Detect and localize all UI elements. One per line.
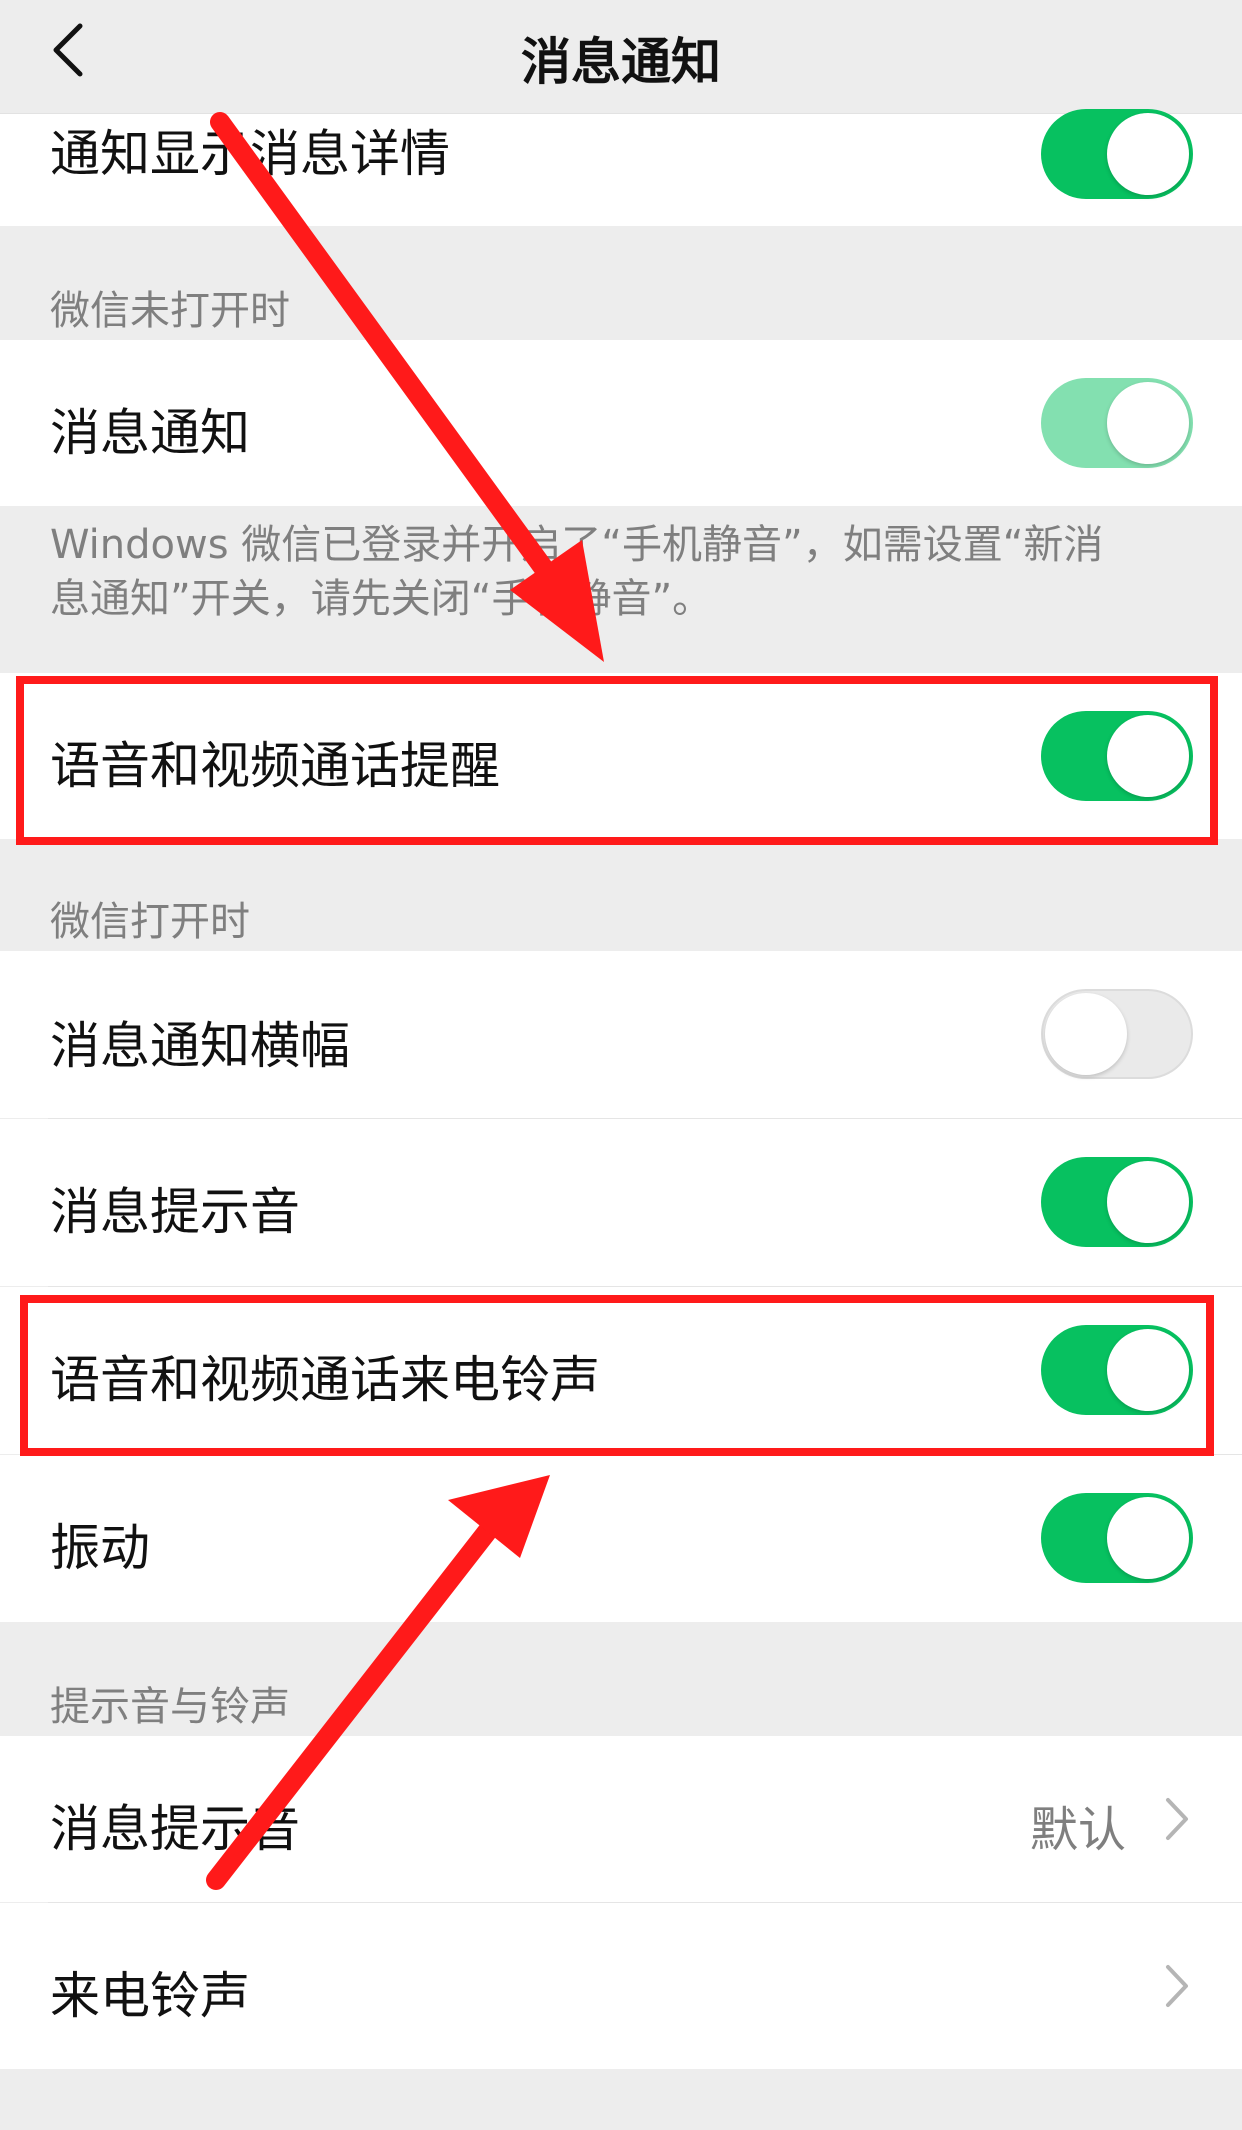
toggle-knob (1107, 113, 1189, 195)
row-label: 来电铃声 (50, 1967, 250, 2025)
section-header-sounds: 提示音与铃声 (50, 1684, 290, 1730)
chevron-right-icon (1166, 1965, 1188, 2007)
toggle-knob (1107, 382, 1189, 464)
row-label: 语音和视频通话提醒 (50, 737, 500, 795)
message-tone-value: 默认 (1030, 1802, 1127, 1858)
chevron-right-icon (1166, 1798, 1188, 1840)
row-message-sound[interactable]: 消息提示音 (0, 1119, 1242, 1286)
toggle-banner[interactable] (1041, 989, 1193, 1079)
toggle-vibrate[interactable] (1041, 1493, 1193, 1583)
row-label: 振动 (50, 1519, 150, 1577)
toggle-knob (1107, 715, 1189, 797)
row-label: 消息通知横幅 (50, 1017, 350, 1075)
page-title: 消息通知 (521, 33, 721, 91)
row-vibrate[interactable]: 振动 (0, 1455, 1242, 1622)
row-call-reminder[interactable]: 语音和视频通话提醒 (0, 673, 1242, 839)
mute-notice-line-1: Windows 微信已登录并开启了“手机静音”，如需设置“新消 (50, 522, 1104, 568)
toggle-call-ringtone[interactable] (1041, 1325, 1193, 1415)
navigation-bar: 消息通知 (0, 0, 1242, 114)
toggle-show-message-details[interactable] (1041, 109, 1193, 199)
toggle-message-sound[interactable] (1041, 1157, 1193, 1247)
row-ringtone[interactable]: 来电铃声 (0, 1903, 1242, 2069)
row-label: 通知显示消息详情 (50, 125, 450, 183)
mute-notice-text: Windows 微信已登录并开启了“手机静音”，如需设置“新消 息通知”开关，请… (50, 518, 1200, 626)
toggle-knob (1107, 1161, 1189, 1243)
row-label: 语音和视频通话来电铃声 (50, 1351, 600, 1409)
toggle-knob (1107, 1329, 1189, 1411)
row-message-tone[interactable]: 消息提示音 默认 (0, 1736, 1242, 1902)
row-label: 消息提示音 (50, 1183, 300, 1241)
toggle-call-reminder[interactable] (1041, 711, 1193, 801)
row-banner[interactable]: 消息通知横幅 (0, 951, 1242, 1118)
row-label: 消息通知 (50, 404, 250, 462)
mute-notice-line-2: 息通知”开关，请先关闭“手机静音”。 (50, 576, 713, 622)
section-header-app-closed: 微信未打开时 (50, 288, 290, 334)
toggle-knob (1045, 993, 1127, 1075)
section-header-app-open: 微信打开时 (50, 899, 250, 945)
toggle-message-notification[interactable] (1041, 378, 1193, 468)
row-message-notification[interactable]: 消息通知 (0, 340, 1242, 506)
row-call-ringtone[interactable]: 语音和视频通话来电铃声 (0, 1287, 1242, 1454)
row-label: 消息提示音 (50, 1800, 300, 1858)
row-show-message-details[interactable]: 通知显示消息详情 (0, 109, 1242, 226)
toggle-knob (1107, 1497, 1189, 1579)
